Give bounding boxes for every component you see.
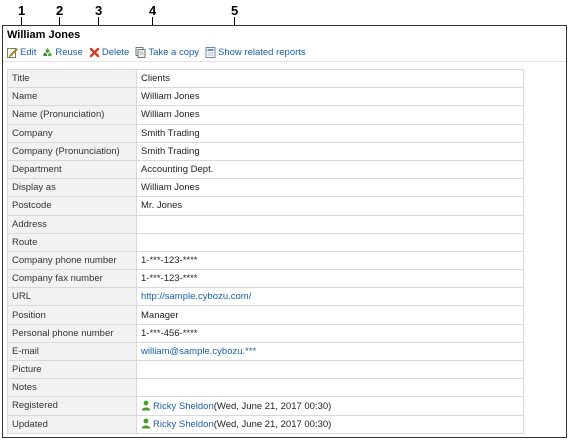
- table-row: Company Smith Trading: [7, 123, 524, 143]
- field-value: Smith Trading: [136, 141, 524, 161]
- take-a-copy-button[interactable]: Take a copy: [135, 47, 199, 58]
- url-link[interactable]: http://sample.cybozu.com/: [141, 291, 251, 302]
- toolbar: Edit Reuse Delete Take a copy Show relat…: [7, 45, 312, 59]
- field-value: 1-***-123-****: [136, 250, 524, 271]
- table-row: Department Accounting Dept.: [7, 159, 524, 180]
- address-detail-table: Title Clients Name William Jones Name (Pro…: [7, 68, 524, 434]
- edit-label: Edit: [20, 46, 37, 58]
- field-label: Notes: [7, 378, 137, 398]
- delete-button[interactable]: Delete: [89, 47, 129, 58]
- table-row: Route: [7, 232, 524, 252]
- registered-cell: Ricky Sheldon(Wed, June 21, 2017 00:30): [136, 396, 524, 416]
- field-value: [136, 232, 524, 252]
- registered-datetime: (Wed, June 21, 2017 00:30): [213, 400, 332, 412]
- field-value: [136, 359, 524, 380]
- table-row: E-mail william@sample.cybozu.***: [7, 341, 524, 362]
- table-row: Company (Pronunciation) Smith Trading: [7, 141, 524, 161]
- table-row: Picture: [7, 359, 524, 380]
- table-row: Display as William Jones: [7, 178, 524, 198]
- table-row: Personal phone number 1-***-456-****: [7, 323, 524, 343]
- field-label: Title: [7, 68, 137, 89]
- callout-5: 5: [231, 3, 239, 18]
- table-row: Company phone number 1-***-123-****: [7, 250, 524, 271]
- reuse-button[interactable]: Reuse: [42, 46, 83, 58]
- field-value: [136, 378, 524, 398]
- reuse-label: Reuse: [55, 46, 83, 58]
- delete-label: Delete: [101, 46, 130, 58]
- report-icon: [205, 46, 216, 58]
- table-row: URL http://sample.cybozu.com/: [7, 287, 524, 307]
- field-label: Position: [7, 305, 137, 325]
- table-row: Updated Ricky Sheldon(Wed, June 21, 2017…: [7, 414, 524, 434]
- callout-1: 1: [18, 3, 26, 18]
- field-label: Picture: [7, 359, 137, 380]
- table-row: Name (Pronunciation) William Jones: [7, 105, 524, 125]
- table-row: Name William Jones: [7, 87, 524, 107]
- field-value: Mr. Jones: [136, 196, 524, 216]
- updated-cell: Ricky Sheldon(Wed, June 21, 2017 00:30): [136, 414, 524, 434]
- table-row: Registered Ricky Sheldon(Wed, June 21, 2…: [7, 396, 524, 416]
- field-label: Personal phone number: [7, 323, 137, 343]
- delete-x-icon: [89, 47, 100, 57]
- callout-3: 3: [95, 3, 103, 18]
- field-label: E-mail: [7, 341, 137, 362]
- user-icon: [141, 418, 151, 429]
- callout-4: 4: [149, 3, 157, 18]
- pencil-icon: [7, 47, 18, 58]
- table-row: Address: [7, 214, 524, 234]
- address-detail-panel: William Jones Edit Reuse Delete Take a c…: [2, 25, 567, 438]
- recycle-icon: [43, 47, 53, 56]
- field-value: [136, 214, 524, 234]
- callout-2: 2: [56, 3, 64, 18]
- field-label: Company: [7, 123, 137, 143]
- field-label: Registered: [7, 396, 137, 416]
- updated-user-link[interactable]: Ricky Sheldon: [153, 419, 214, 430]
- field-value: Manager: [136, 305, 524, 325]
- table-row: Position Manager: [7, 305, 524, 325]
- field-label: Department: [7, 159, 137, 180]
- callout-annotations: 1 2 3 4 5: [0, 0, 570, 35]
- field-label: Name: [7, 87, 137, 107]
- edit-button[interactable]: Edit: [7, 47, 36, 58]
- field-value: Smith Trading: [136, 123, 524, 143]
- show-related-reports-button[interactable]: Show related reports: [205, 47, 306, 58]
- field-value: William Jones: [136, 105, 524, 125]
- email-link[interactable]: william@sample.cybozu.***: [141, 346, 256, 357]
- field-value: Clients: [136, 68, 524, 89]
- field-value: 1-***-123-****: [136, 269, 524, 289]
- field-label: Company (Pronunciation): [7, 141, 137, 161]
- field-label: URL: [7, 287, 137, 307]
- field-label: Route: [7, 232, 137, 252]
- field-label: Company phone number: [7, 250, 137, 271]
- page-title: William Jones: [7, 29, 81, 41]
- field-label: Display as: [7, 178, 137, 198]
- field-value: 1-***-456-****: [136, 323, 524, 343]
- field-label: Company fax number: [7, 269, 137, 289]
- show-related-reports-label: Show related reports: [218, 46, 306, 58]
- field-label: Address: [7, 214, 137, 234]
- copy-icon: [135, 46, 146, 58]
- registered-user-link[interactable]: Ricky Sheldon: [153, 401, 214, 412]
- url-cell: http://sample.cybozu.com/: [136, 287, 524, 307]
- updated-datetime: (Wed, June 21, 2017 00:30): [213, 419, 332, 431]
- take-a-copy-label: Take a copy: [148, 46, 200, 58]
- field-value: William Jones: [136, 87, 524, 107]
- field-label: Updated: [7, 414, 137, 434]
- field-value: William Jones: [136, 178, 524, 198]
- table-row: Title Clients: [7, 68, 524, 89]
- table-row: Company fax number 1-***-123-****: [7, 269, 524, 289]
- table-row: Notes: [7, 378, 524, 398]
- toolbar-divider: [3, 61, 566, 62]
- email-cell: william@sample.cybozu.***: [136, 341, 524, 362]
- user-icon: [141, 400, 151, 411]
- table-row: Postcode Mr. Jones: [7, 196, 524, 216]
- field-value: Accounting Dept.: [136, 159, 524, 180]
- field-label: Postcode: [7, 196, 137, 216]
- field-label: Name (Pronunciation): [7, 105, 137, 125]
